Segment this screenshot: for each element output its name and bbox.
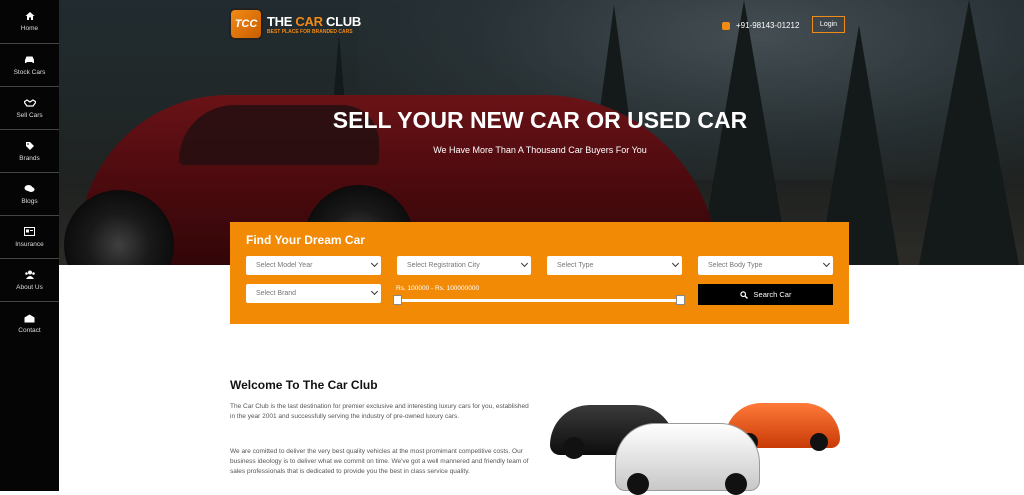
welcome-paragraph-2: We are comitted to deliver the very best…: [230, 448, 529, 475]
sidebar-item-brands[interactable]: Brands: [0, 130, 59, 173]
sidebar-item-home[interactable]: Home: [0, 0, 59, 44]
sidebar-item-label: Stock Cars: [13, 68, 46, 76]
model-year-select-value: Select Model Year: [256, 262, 313, 269]
phone-number: +91-98143-01212: [736, 21, 800, 30]
chevron-down-icon: [671, 259, 680, 268]
sidebar-item-label: Insurance: [15, 240, 44, 248]
search-car-button-label: Search Car: [753, 290, 792, 299]
brand-select[interactable]: Select Brand: [246, 284, 381, 303]
sidebar-item-label: Blogs: [21, 197, 38, 205]
sidebar-item-blogs[interactable]: Blogs: [0, 173, 59, 216]
phone-icon: [722, 21, 730, 30]
car-wheel: [627, 473, 649, 495]
sidebar: Home Stock Cars Sell Cars Brands Blogs I…: [0, 0, 59, 491]
cars-showcase-image: [545, 395, 845, 495]
sidebar-item-label: Home: [20, 25, 39, 32]
logo-tagline: BEST PLACE FOR BRANDED CARS: [267, 28, 353, 35]
card-icon: [24, 227, 36, 237]
chevron-down-icon: [370, 287, 379, 296]
logo-title: THE CAR CLUB: [267, 14, 361, 29]
sidebar-item-contact[interactable]: Contact: [0, 302, 59, 345]
welcome-title: Welcome To The Car Club: [230, 378, 378, 392]
login-button[interactable]: Login: [812, 16, 845, 33]
sidebar-item-label: Contact: [18, 327, 41, 334]
chevron-down-icon: [370, 259, 379, 268]
registration-city-select[interactable]: Select Registration City: [397, 256, 531, 275]
sidebar-item-label: Brands: [19, 154, 40, 162]
price-range-track[interactable]: [399, 299, 681, 302]
welcome-paragraph-1: The Car Club is the last destination for…: [230, 403, 529, 420]
search-title: Find Your Dream Car: [246, 233, 365, 247]
home-icon: [24, 11, 36, 21]
type-select[interactable]: Select Type: [547, 256, 682, 275]
logo-title-accent: CAR: [295, 13, 323, 29]
registration-city-select-value: Select Registration City: [407, 262, 480, 269]
comments-icon: [24, 184, 36, 194]
hero-title: SELL YOUR NEW CAR OR USED CAR: [332, 107, 748, 133]
model-year-select[interactable]: Select Model Year: [246, 256, 381, 275]
sidebar-item-label: About Us: [16, 283, 43, 291]
car-wheel: [563, 437, 585, 459]
logo-text: THE CAR CLUB BEST PLACE FOR BRANDED CARS: [267, 14, 361, 35]
logo-title-part: THE: [267, 13, 296, 29]
tag-icon: [24, 141, 36, 151]
hero-subtitle: We Have More Than A Thousand Car Buyers …: [433, 145, 647, 155]
car-wheel: [725, 473, 747, 495]
price-range-label: Rs. 100000 - Rs. 100000000: [396, 285, 480, 292]
sidebar-item-insurance[interactable]: Insurance: [0, 216, 59, 259]
search-car-button[interactable]: Search Car: [698, 284, 833, 305]
type-select-value: Select Type: [557, 262, 594, 269]
handshake-icon: [23, 98, 36, 108]
brand-select-value: Select Brand: [256, 290, 297, 297]
chevron-down-icon: [822, 259, 831, 268]
body-type-select-value: Select Body Type: [708, 262, 763, 269]
logo-title-part: CLUB: [322, 13, 361, 29]
sidebar-item-about-us[interactable]: About Us: [0, 259, 59, 302]
envelope-icon: [24, 313, 36, 323]
car-icon: [24, 55, 36, 65]
body-type-select[interactable]: Select Body Type: [698, 256, 833, 275]
users-icon: [24, 270, 36, 280]
sidebar-item-sell-cars[interactable]: Sell Cars: [0, 87, 59, 130]
car-wheel: [810, 433, 828, 451]
phone-contact[interactable]: +91-98143-01212: [722, 21, 799, 30]
sidebar-item-stock-cars[interactable]: Stock Cars: [0, 44, 59, 87]
site-logo[interactable]: TCC THE CAR CLUB BEST PLACE FOR BRANDED …: [229, 8, 361, 40]
chevron-down-icon: [520, 259, 529, 268]
search-icon: [739, 290, 748, 299]
logo-badge: TCC: [229, 8, 263, 40]
sidebar-item-label: Sell Cars: [16, 111, 43, 119]
search-panel: Find Your Dream Car Select Model Year Se…: [230, 222, 849, 324]
price-range-min-handle[interactable]: [393, 295, 402, 305]
price-range-max-handle[interactable]: [676, 295, 685, 305]
